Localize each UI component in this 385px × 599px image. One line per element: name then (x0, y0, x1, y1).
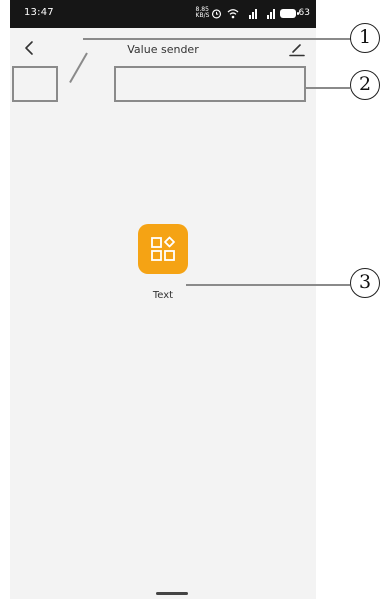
app-header: Value sender (10, 28, 316, 68)
signal-icon (248, 8, 257, 19)
text-widget[interactable]: Text (138, 224, 188, 301)
battery-icon (279, 8, 299, 18)
callout-2: 2 (350, 70, 380, 100)
signal-icon-2 (266, 8, 275, 19)
shapes-icon (151, 236, 175, 261)
callout-line-3 (186, 284, 350, 286)
phone-screen: 13:47 8.85 KB/S 63 Value sender Text (10, 0, 316, 599)
status-icons: 8.85 KB/S 63 (196, 5, 310, 21)
battery-level: 63 (298, 8, 310, 18)
page-title: Value sender (127, 43, 199, 56)
home-indicator[interactable] (156, 592, 188, 595)
callout-1: 1 (350, 23, 380, 53)
widget-slot-top[interactable] (114, 66, 306, 102)
net-speed: 8.85 KB/S (195, 6, 210, 19)
callout-line-1 (83, 38, 351, 40)
alarm-icon (211, 8, 221, 18)
callout-3: 3 (350, 268, 380, 298)
edit-pencil-icon[interactable] (288, 40, 306, 58)
widget-label: Text (152, 290, 174, 301)
widget-tile[interactable] (138, 224, 188, 274)
widget-slot-left[interactable] (12, 66, 58, 102)
status-bar: 13:47 8.85 KB/S 63 (10, 0, 316, 28)
status-time: 13:47 (24, 7, 54, 18)
battery-indicator: 63 (279, 8, 310, 18)
callout-line-2 (306, 87, 350, 89)
wifi-icon (227, 8, 238, 18)
